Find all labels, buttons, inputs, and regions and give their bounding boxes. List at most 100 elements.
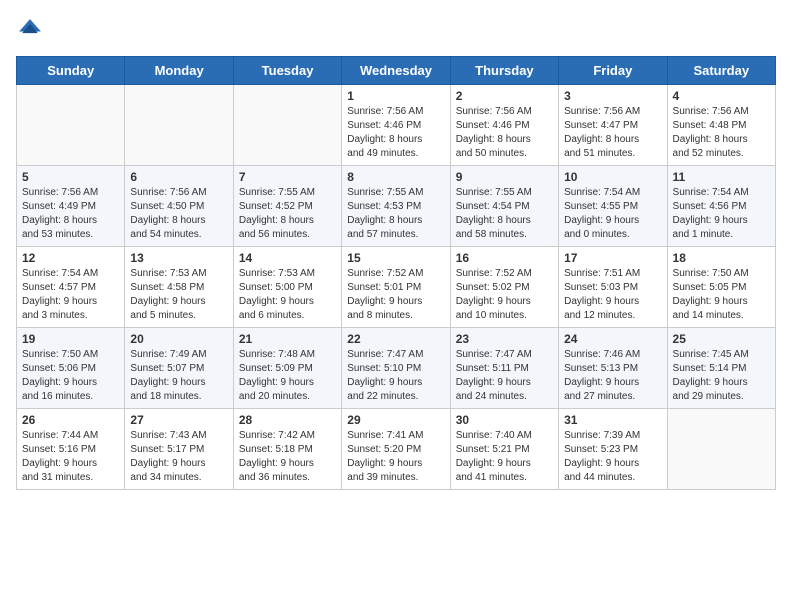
day-info: Sunrise: 7:51 AM Sunset: 5:03 PM Dayligh…	[564, 267, 661, 323]
calendar-cell: 6 Sunrise: 7:56 AM Sunset: 4:50 PM Daylig…	[125, 166, 233, 247]
calendar-week-row: 26 Sunrise: 7:44 AM Sunset: 5:16 PM Dayli…	[17, 409, 776, 490]
day-info: Sunrise: 7:56 AM Sunset: 4:47 PM Dayligh…	[564, 105, 661, 161]
day-info: Sunrise: 7:52 AM Sunset: 5:01 PM Dayligh…	[347, 267, 444, 323]
day-info: Sunrise: 7:53 AM Sunset: 5:00 PM Dayligh…	[239, 267, 336, 323]
calendar-cell: 5 Sunrise: 7:56 AM Sunset: 4:49 PM Daylig…	[17, 166, 125, 247]
logo	[16, 16, 48, 44]
day-number: 31	[564, 413, 661, 427]
day-info: Sunrise: 7:46 AM Sunset: 5:13 PM Dayligh…	[564, 348, 661, 404]
day-of-week-header: Tuesday	[233, 57, 341, 85]
day-info: Sunrise: 7:50 AM Sunset: 5:05 PM Dayligh…	[673, 267, 770, 323]
day-info: Sunrise: 7:52 AM Sunset: 5:02 PM Dayligh…	[456, 267, 553, 323]
day-info: Sunrise: 7:48 AM Sunset: 5:09 PM Dayligh…	[239, 348, 336, 404]
day-number: 16	[456, 251, 553, 265]
day-info: Sunrise: 7:41 AM Sunset: 5:20 PM Dayligh…	[347, 429, 444, 485]
day-of-week-header: Wednesday	[342, 57, 450, 85]
day-number: 2	[456, 89, 553, 103]
calendar-cell: 24Sunrise: 7:46 AM Sunset: 5:13 PM Dayli…	[559, 328, 667, 409]
day-of-week-header: Saturday	[667, 57, 775, 85]
day-number: 13	[130, 251, 227, 265]
day-info: Sunrise: 7:56 AM Sunset: 4:46 PM Dayligh…	[347, 105, 444, 161]
day-info: Sunrise: 7:56 AM Sunset: 4:48 PM Dayligh…	[673, 105, 770, 161]
calendar-cell: 11 Sunrise: 7:54 AM Sunset: 4:56 PM Dayli…	[667, 166, 775, 247]
calendar-cell: 16 Sunrise: 7:52 AM Sunset: 5:02 PM Dayli…	[450, 247, 558, 328]
day-number: 5	[22, 170, 119, 184]
calendar-week-row: 19 Sunrise: 7:50 AM Sunset: 5:06 PM Dayli…	[17, 328, 776, 409]
calendar-cell	[125, 85, 233, 166]
day-info: Sunrise: 7:50 AM Sunset: 5:06 PM Dayligh…	[22, 348, 119, 404]
day-number: 20	[130, 332, 227, 346]
calendar-cell: 8 Sunrise: 7:55 AM Sunset: 4:53 PM Daylig…	[342, 166, 450, 247]
calendar-cell: 3 Sunrise: 7:56 AM Sunset: 4:47 PM Daylig…	[559, 85, 667, 166]
calendar-cell: 14 Sunrise: 7:53 AM Sunset: 5:00 PM Dayli…	[233, 247, 341, 328]
calendar-cell	[233, 85, 341, 166]
calendar-cell: 15 Sunrise: 7:52 AM Sunset: 5:01 PM Dayli…	[342, 247, 450, 328]
calendar-week-row: 12 Sunrise: 7:54 AM Sunset: 4:57 PM Dayli…	[17, 247, 776, 328]
day-info: Sunrise: 7:43 AM Sunset: 5:17 PM Dayligh…	[130, 429, 227, 485]
day-number: 27	[130, 413, 227, 427]
logo-icon	[16, 16, 44, 44]
day-number: 23	[456, 332, 553, 346]
calendar-cell: 19 Sunrise: 7:50 AM Sunset: 5:06 PM Dayli…	[17, 328, 125, 409]
calendar-cell: 22 Sunrise: 7:47 AM Sunset: 5:10 PM Dayli…	[342, 328, 450, 409]
calendar-cell: 21 Sunrise: 7:48 AM Sunset: 5:09 PM Dayli…	[233, 328, 341, 409]
calendar-cell: 23 Sunrise: 7:47 AM Sunset: 5:11 PM Dayli…	[450, 328, 558, 409]
day-of-week-header: Monday	[125, 57, 233, 85]
day-info: Sunrise: 7:40 AM Sunset: 5:21 PM Dayligh…	[456, 429, 553, 485]
calendar-cell: 20 Sunrise: 7:49 AM Sunset: 5:07 PM Dayli…	[125, 328, 233, 409]
calendar-cell	[17, 85, 125, 166]
day-number: 30	[456, 413, 553, 427]
day-info: Sunrise: 7:49 AM Sunset: 5:07 PM Dayligh…	[130, 348, 227, 404]
calendar-cell	[667, 409, 775, 490]
day-of-week-header: Sunday	[17, 57, 125, 85]
day-number: 28	[239, 413, 336, 427]
day-info: Sunrise: 7:56 AM Sunset: 4:50 PM Dayligh…	[130, 186, 227, 242]
day-info: Sunrise: 7:56 AM Sunset: 4:46 PM Dayligh…	[456, 105, 553, 161]
day-number: 18	[673, 251, 770, 265]
day-info: Sunrise: 7:45 AM Sunset: 5:14 PM Dayligh…	[673, 348, 770, 404]
day-info: Sunrise: 7:56 AM Sunset: 4:49 PM Dayligh…	[22, 186, 119, 242]
page-header	[16, 16, 776, 44]
day-number: 1	[347, 89, 444, 103]
day-number: 12	[22, 251, 119, 265]
day-info: Sunrise: 7:47 AM Sunset: 5:11 PM Dayligh…	[456, 348, 553, 404]
day-number: 11	[673, 170, 770, 184]
day-info: Sunrise: 7:54 AM Sunset: 4:55 PM Dayligh…	[564, 186, 661, 242]
day-of-week-header: Friday	[559, 57, 667, 85]
day-info: Sunrise: 7:55 AM Sunset: 4:53 PM Dayligh…	[347, 186, 444, 242]
calendar-week-row: 5 Sunrise: 7:56 AM Sunset: 4:49 PM Daylig…	[17, 166, 776, 247]
day-number: 21	[239, 332, 336, 346]
calendar-cell: 13 Sunrise: 7:53 AM Sunset: 4:58 PM Dayli…	[125, 247, 233, 328]
calendar-header-row: SundayMondayTuesdayWednesdayThursdayFrid…	[17, 57, 776, 85]
calendar-cell: 26 Sunrise: 7:44 AM Sunset: 5:16 PM Dayli…	[17, 409, 125, 490]
day-number: 3	[564, 89, 661, 103]
day-number: 19	[22, 332, 119, 346]
calendar-cell: 31Sunrise: 7:39 AM Sunset: 5:23 PM Dayli…	[559, 409, 667, 490]
calendar-cell: 1 Sunrise: 7:56 AM Sunset: 4:46 PM Daylig…	[342, 85, 450, 166]
day-number: 9	[456, 170, 553, 184]
day-number: 8	[347, 170, 444, 184]
day-info: Sunrise: 7:44 AM Sunset: 5:16 PM Dayligh…	[22, 429, 119, 485]
day-number: 26	[22, 413, 119, 427]
day-number: 4	[673, 89, 770, 103]
day-number: 22	[347, 332, 444, 346]
day-number: 25	[673, 332, 770, 346]
calendar-cell: 17 Sunrise: 7:51 AM Sunset: 5:03 PM Dayli…	[559, 247, 667, 328]
day-info: Sunrise: 7:53 AM Sunset: 4:58 PM Dayligh…	[130, 267, 227, 323]
calendar-cell: 30 Sunrise: 7:40 AM Sunset: 5:21 PM Dayli…	[450, 409, 558, 490]
day-number: 17	[564, 251, 661, 265]
calendar-cell: 18 Sunrise: 7:50 AM Sunset: 5:05 PM Dayli…	[667, 247, 775, 328]
day-number: 29	[347, 413, 444, 427]
day-number: 14	[239, 251, 336, 265]
calendar-cell: 10Sunrise: 7:54 AM Sunset: 4:55 PM Dayli…	[559, 166, 667, 247]
day-info: Sunrise: 7:47 AM Sunset: 5:10 PM Dayligh…	[347, 348, 444, 404]
day-of-week-header: Thursday	[450, 57, 558, 85]
day-info: Sunrise: 7:55 AM Sunset: 4:54 PM Dayligh…	[456, 186, 553, 242]
day-number: 6	[130, 170, 227, 184]
day-info: Sunrise: 7:54 AM Sunset: 4:56 PM Dayligh…	[673, 186, 770, 242]
calendar-cell: 28Sunrise: 7:42 AM Sunset: 5:18 PM Dayli…	[233, 409, 341, 490]
calendar-cell: 4 Sunrise: 7:56 AM Sunset: 4:48 PM Daylig…	[667, 85, 775, 166]
day-number: 15	[347, 251, 444, 265]
day-number: 7	[239, 170, 336, 184]
day-info: Sunrise: 7:54 AM Sunset: 4:57 PM Dayligh…	[22, 267, 119, 323]
